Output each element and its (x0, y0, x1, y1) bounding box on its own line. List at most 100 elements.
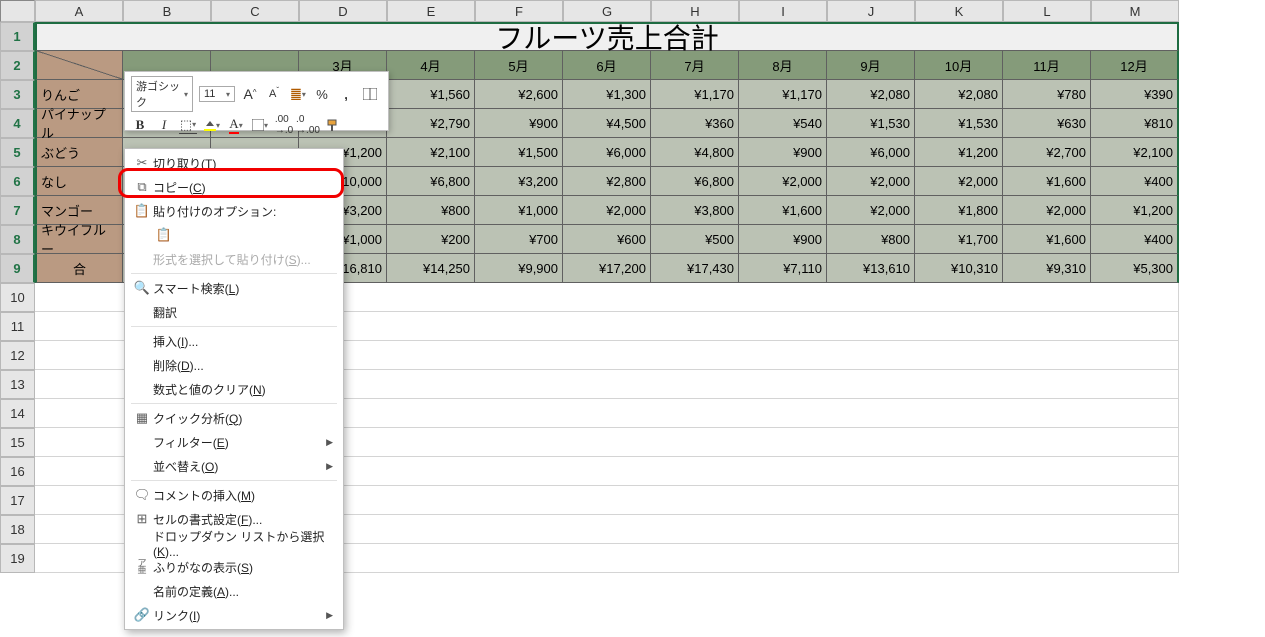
month-9[interactable]: 9月 (827, 51, 915, 80)
font-size-select[interactable]: 11▾ (199, 86, 235, 102)
col-header-I[interactable]: I (739, 0, 827, 22)
format-painter-icon[interactable] (323, 116, 341, 134)
col-header-M[interactable]: M (1091, 0, 1179, 22)
row-header-4[interactable]: 4 (0, 109, 35, 138)
ctx-filter[interactable]: フィルター(E)▶ (125, 430, 343, 454)
accounting-format-icon[interactable]: ䷀▾ (289, 85, 307, 103)
ctx-quick-analysis[interactable]: ▦クイック分析(Q) (125, 406, 343, 430)
increase-font-icon[interactable]: A^ (241, 85, 259, 103)
val-cell[interactable]: ¥6,000 (827, 138, 915, 167)
row-header-16[interactable]: 16 (0, 457, 35, 486)
val-cell[interactable]: ¥800 (387, 196, 475, 225)
bold-icon[interactable]: B (131, 116, 149, 134)
row-header-12[interactable]: 12 (0, 341, 35, 370)
val-cell[interactable]: ¥390 (1091, 80, 1179, 109)
fruit-label[interactable]: パイナップル (35, 109, 123, 138)
increase-decimal-icon[interactable]: .00→.0 (275, 116, 293, 134)
val-cell[interactable]: ¥1,500 (475, 138, 563, 167)
val-cell[interactable]: ¥2,000 (915, 167, 1003, 196)
val-cell[interactable]: ¥2,800 (563, 167, 651, 196)
val-cell[interactable]: ¥2,790 (387, 109, 475, 138)
row-header-3[interactable]: 3 (0, 80, 35, 109)
val-cell[interactable]: ¥400 (1091, 225, 1179, 254)
month-11[interactable]: 11月 (1003, 51, 1091, 80)
ctx-insert[interactable]: 挿入(I)... (125, 329, 343, 353)
val-cell[interactable]: ¥1,800 (915, 196, 1003, 225)
ctx-delete[interactable]: 削除(D)... (125, 353, 343, 377)
row-header-10[interactable]: 10 (0, 283, 35, 312)
val-cell[interactable]: ¥700 (475, 225, 563, 254)
val-cell[interactable]: ¥630 (1003, 109, 1091, 138)
row-header-18[interactable]: 18 (0, 515, 35, 544)
col-header-C[interactable]: C (211, 0, 299, 22)
merge-center-icon[interactable] (361, 85, 379, 103)
row-header-14[interactable]: 14 (0, 399, 35, 428)
val-cell[interactable]: ¥2,000 (563, 196, 651, 225)
val-cell[interactable]: ¥900 (739, 225, 827, 254)
val-cell[interactable]: ¥9,900 (475, 254, 563, 283)
month-7[interactable]: 7月 (651, 51, 739, 80)
select-all-corner[interactable] (0, 0, 35, 22)
col-header-B[interactable]: B (123, 0, 211, 22)
font-color-icon[interactable]: A▾ (227, 116, 245, 134)
val-cell[interactable]: ¥6,800 (651, 167, 739, 196)
val-cell[interactable]: ¥2,080 (827, 80, 915, 109)
val-cell[interactable]: ¥2,000 (827, 196, 915, 225)
month-5[interactable]: 5月 (475, 51, 563, 80)
val-cell[interactable]: ¥1,530 (827, 109, 915, 138)
font-family-select[interactable]: 游ゴシック▾ (131, 76, 193, 112)
val-cell[interactable]: ¥200 (387, 225, 475, 254)
row-header-7[interactable]: 7 (0, 196, 35, 225)
val-cell[interactable]: ¥360 (651, 109, 739, 138)
val-cell[interactable]: ¥13,610 (827, 254, 915, 283)
total-label[interactable]: 合 (35, 254, 123, 283)
fruit-label[interactable]: ぶどう (35, 138, 123, 167)
val-cell[interactable]: ¥1,200 (1091, 196, 1179, 225)
val-cell[interactable]: ¥1,530 (915, 109, 1003, 138)
val-cell[interactable]: ¥1,600 (1003, 167, 1091, 196)
val-cell[interactable]: ¥17,200 (563, 254, 651, 283)
val-cell[interactable]: ¥1,170 (739, 80, 827, 109)
fruit-label[interactable]: なし (35, 167, 123, 196)
val-cell[interactable]: ¥1,560 (387, 80, 475, 109)
month-4[interactable]: 4月 (387, 51, 475, 80)
month-8[interactable]: 8月 (739, 51, 827, 80)
val-cell[interactable]: ¥600 (563, 225, 651, 254)
row-header-13[interactable]: 13 (0, 370, 35, 399)
val-cell[interactable]: ¥1,300 (563, 80, 651, 109)
val-cell[interactable]: ¥1,700 (915, 225, 1003, 254)
val-cell[interactable]: ¥900 (475, 109, 563, 138)
diagonal-header-cell[interactable] (35, 51, 123, 80)
month-6[interactable]: 6月 (563, 51, 651, 80)
italic-icon[interactable]: I (155, 116, 173, 134)
val-cell[interactable]: ¥17,430 (651, 254, 739, 283)
val-cell[interactable]: ¥7,110 (739, 254, 827, 283)
val-cell[interactable]: ¥2,100 (387, 138, 475, 167)
percent-format-icon[interactable]: % (313, 85, 331, 103)
row-header-2[interactable]: 2 (0, 51, 35, 80)
val-cell[interactable]: ¥4,500 (563, 109, 651, 138)
val-cell[interactable]: ¥1,600 (739, 196, 827, 225)
fruit-label[interactable]: キウイフルー (35, 225, 123, 254)
fill-color-icon[interactable]: ▾ (203, 116, 221, 134)
val-cell[interactable]: ¥1,170 (651, 80, 739, 109)
val-cell[interactable]: ¥400 (1091, 167, 1179, 196)
val-cell[interactable]: ¥2,700 (1003, 138, 1091, 167)
val-cell[interactable]: ¥780 (1003, 80, 1091, 109)
col-header-A[interactable]: A (35, 0, 123, 22)
ctx-paste-options[interactable]: 📋貼り付けのオプション: (125, 199, 343, 223)
val-cell[interactable]: ¥540 (739, 109, 827, 138)
val-cell[interactable]: ¥3,200 (475, 167, 563, 196)
row-header-6[interactable]: 6 (0, 167, 35, 196)
val-cell[interactable]: ¥900 (739, 138, 827, 167)
row-header-9[interactable]: 9 (0, 254, 35, 283)
row-header-1[interactable]: 1 (0, 22, 35, 51)
ctx-translate[interactable]: 翻訳 (125, 300, 343, 324)
col-header-L[interactable]: L (1003, 0, 1091, 22)
val-cell[interactable]: ¥9,310 (1003, 254, 1091, 283)
ctx-show-furigana[interactable]: ア亜ふりがなの表示(S) (125, 555, 343, 579)
val-cell[interactable]: ¥6,000 (563, 138, 651, 167)
row-header-17[interactable]: 17 (0, 486, 35, 515)
ctx-pick-from-dropdown[interactable]: ドロップダウン リストから選択(K)... (125, 531, 343, 555)
ctx-clear[interactable]: 数式と値のクリア(N) (125, 377, 343, 401)
